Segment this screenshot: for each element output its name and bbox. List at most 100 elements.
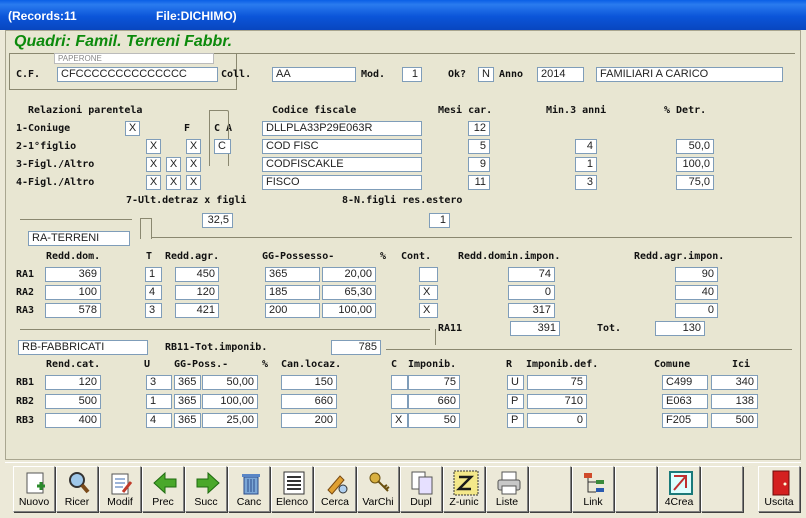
cont-field[interactable]: [419, 267, 438, 282]
redd-agr-field[interactable]: 120: [175, 285, 219, 300]
ok-field[interactable]: N: [478, 67, 494, 82]
u-field[interactable]: 4: [146, 413, 172, 428]
pct-poss-field[interactable]: 25,00: [202, 413, 258, 428]
ult-detraz-field[interactable]: 32,5: [202, 213, 233, 228]
detr-field[interactable]: 100,0: [676, 157, 714, 172]
redd-dom-field[interactable]: 578: [45, 303, 101, 318]
toolbar-button-prec[interactable]: Prec: [142, 466, 184, 512]
toolbar-button-uscita[interactable]: Uscita: [758, 466, 800, 512]
family-check-1[interactable]: X: [146, 175, 161, 190]
min3-field[interactable]: 1: [575, 157, 597, 172]
mesi-field[interactable]: 12: [468, 121, 490, 136]
imponib-def-field[interactable]: 75: [527, 375, 587, 390]
gg-poss-field[interactable]: 365: [174, 375, 201, 390]
toolbar-button-modif[interactable]: Modif: [99, 466, 141, 512]
redd-dom-impon-field[interactable]: 0: [508, 285, 555, 300]
pct-poss-field[interactable]: 100,00: [202, 394, 258, 409]
t-field[interactable]: 4: [145, 285, 162, 300]
imponib-field[interactable]: 50: [408, 413, 460, 428]
codice-fiscale-field[interactable]: DLLPLA33P29E063R: [262, 121, 422, 136]
t-field[interactable]: 1: [145, 267, 162, 282]
family-check-1[interactable]: X: [125, 121, 140, 136]
toolbar-button-canc[interactable]: Canc: [228, 466, 270, 512]
toolbar-button-cerca[interactable]: Cerca: [314, 466, 356, 512]
pct-field[interactable]: 100,00: [322, 303, 376, 318]
family-check-3[interactable]: X: [186, 175, 201, 190]
ra11-field[interactable]: 391: [510, 321, 560, 336]
r-field[interactable]: P: [507, 413, 524, 428]
codice-fiscale-field[interactable]: COD FISC: [262, 139, 422, 154]
imponib-def-field[interactable]: 0: [527, 413, 587, 428]
redd-agr-impon-field[interactable]: 0: [675, 303, 718, 318]
redd-dom-impon-field[interactable]: 317: [508, 303, 555, 318]
rb11-field[interactable]: 785: [331, 340, 381, 355]
family-check-3[interactable]: X: [186, 139, 201, 154]
cont-field[interactable]: X: [419, 303, 438, 318]
c-field[interactable]: X: [391, 413, 408, 428]
tot-field[interactable]: 130: [655, 321, 705, 336]
mesi-field[interactable]: 11: [468, 175, 490, 190]
rend-cat-field[interactable]: 120: [45, 375, 101, 390]
ca-field[interactable]: C: [214, 139, 231, 154]
family-check-2[interactable]: X: [166, 175, 181, 190]
cont-field[interactable]: X: [419, 285, 438, 300]
gg-possesso-field[interactable]: 365: [265, 267, 320, 282]
redd-agr-impon-field[interactable]: 90: [675, 267, 718, 282]
family-check-3[interactable]: X: [186, 157, 201, 172]
pct-poss-field[interactable]: 50,00: [202, 375, 258, 390]
redd-dom-impon-field[interactable]: 74: [508, 267, 555, 282]
redd-agr-impon-field[interactable]: 40: [675, 285, 718, 300]
rend-cat-field[interactable]: 500: [45, 394, 101, 409]
mesi-field[interactable]: 5: [468, 139, 490, 154]
toolbar-button-nuovo[interactable]: Nuovo: [13, 466, 55, 512]
redd-dom-field[interactable]: 369: [45, 267, 101, 282]
detr-field[interactable]: 75,0: [676, 175, 714, 190]
toolbar-button-varchi[interactable]: VarChi: [357, 466, 399, 512]
u-field[interactable]: 1: [146, 394, 172, 409]
r-field[interactable]: P: [507, 394, 524, 409]
redd-agr-field[interactable]: 421: [175, 303, 219, 318]
toolbar-button-empty[interactable]: [615, 466, 657, 512]
can-locaz-field[interactable]: 200: [281, 413, 337, 428]
toolbar-button-elenco[interactable]: Elenco: [271, 466, 313, 512]
mod-field[interactable]: 1: [402, 67, 422, 82]
ici-field[interactable]: 500: [711, 413, 758, 428]
toolbar-button-dupl[interactable]: Dupl: [400, 466, 442, 512]
min3-field[interactable]: 3: [575, 175, 597, 190]
coll-field[interactable]: AA: [272, 67, 356, 82]
mesi-field[interactable]: 9: [468, 157, 490, 172]
redd-agr-field[interactable]: 450: [175, 267, 219, 282]
u-field[interactable]: 3: [146, 375, 172, 390]
comune-field[interactable]: F205: [662, 413, 708, 428]
detr-field[interactable]: 50,0: [676, 139, 714, 154]
codice-fiscale-field[interactable]: CODFISCAKLE: [262, 157, 422, 172]
comune-field[interactable]: C499: [662, 375, 708, 390]
toolbar-button-empty[interactable]: [701, 466, 743, 512]
redd-dom-field[interactable]: 100: [45, 285, 101, 300]
imponib-def-field[interactable]: 710: [527, 394, 587, 409]
min3-field[interactable]: 4: [575, 139, 597, 154]
family-check-1[interactable]: X: [146, 157, 161, 172]
can-locaz-field[interactable]: 150: [281, 375, 337, 390]
codice-fiscale-field[interactable]: FISCO: [262, 175, 422, 190]
rend-cat-field[interactable]: 400: [45, 413, 101, 428]
gg-possesso-field[interactable]: 200: [265, 303, 320, 318]
family-check-2[interactable]: X: [166, 157, 181, 172]
r-field[interactable]: U: [507, 375, 524, 390]
comune-field[interactable]: E063: [662, 394, 708, 409]
nfigli-field[interactable]: 1: [429, 213, 450, 228]
toolbar-button-z-unic[interactable]: Z-unic: [443, 466, 485, 512]
gg-possesso-field[interactable]: 185: [265, 285, 320, 300]
ici-field[interactable]: 138: [711, 394, 758, 409]
toolbar-button-4crea[interactable]: 4Crea: [658, 466, 700, 512]
anno-field[interactable]: 2014: [537, 67, 584, 82]
pct-field[interactable]: 20,00: [322, 267, 376, 282]
imponib-field[interactable]: 660: [408, 394, 460, 409]
toolbar-button-ricer[interactable]: Ricer: [56, 466, 98, 512]
description-field[interactable]: FAMILIARI A CARICO: [596, 67, 783, 82]
toolbar-button-empty[interactable]: [529, 466, 571, 512]
t-field[interactable]: 3: [145, 303, 162, 318]
toolbar-button-liste[interactable]: Liste: [486, 466, 528, 512]
gg-poss-field[interactable]: 365: [174, 394, 201, 409]
cf-field[interactable]: CFCCCCCCCCCCCCCC: [57, 67, 218, 82]
